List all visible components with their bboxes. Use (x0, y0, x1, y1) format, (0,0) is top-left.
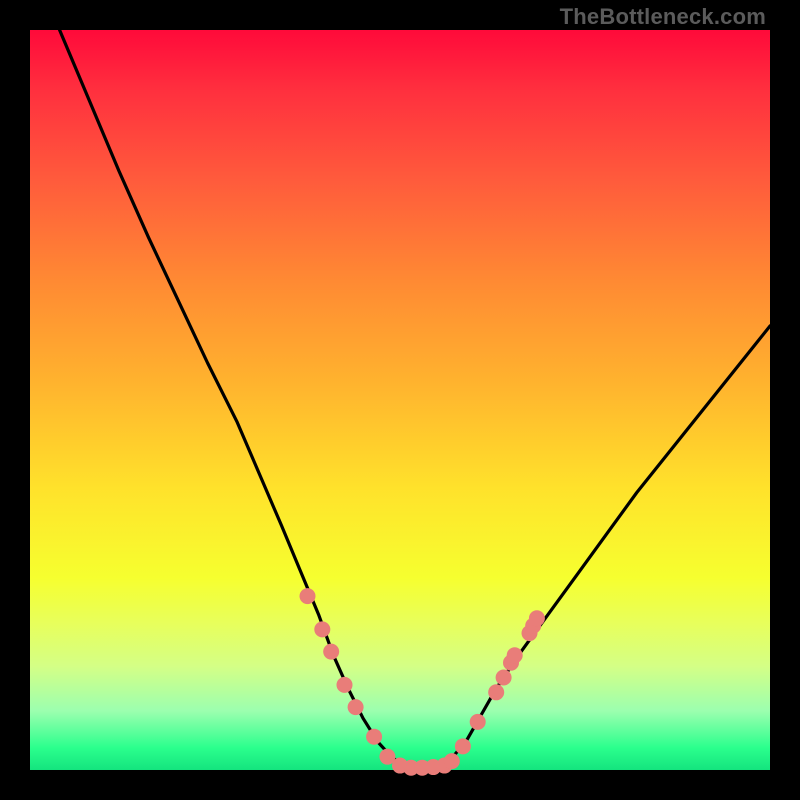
chart-marker (444, 753, 460, 769)
chart-marker (348, 699, 364, 715)
chart-marker (366, 729, 382, 745)
watermark-text: TheBottleneck.com (560, 4, 766, 30)
chart-markers (300, 588, 545, 776)
plot-area (30, 30, 770, 770)
chart-marker (314, 621, 330, 637)
bottleneck-curve-svg (30, 30, 770, 770)
chart-marker (507, 647, 523, 663)
chart-marker (496, 670, 512, 686)
chart-marker (529, 610, 545, 626)
chart-marker (488, 684, 504, 700)
bottleneck-curve (60, 30, 770, 769)
chart-frame: TheBottleneck.com (0, 0, 800, 800)
chart-marker (323, 644, 339, 660)
chart-marker (300, 588, 316, 604)
chart-marker (455, 738, 471, 754)
chart-marker (337, 677, 353, 693)
chart-marker (470, 714, 486, 730)
